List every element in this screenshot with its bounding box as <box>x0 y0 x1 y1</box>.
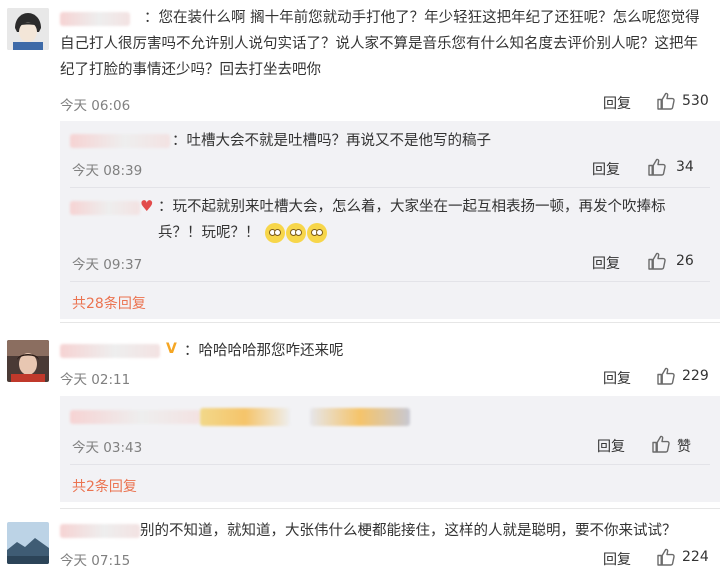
rolling-eyes-emoji <box>265 223 286 243</box>
avatar[interactable] <box>7 340 49 382</box>
reply-list: 今天 03:43 回复 赞 共2条回复 <box>60 396 720 502</box>
like-count[interactable]: 530 <box>682 93 709 109</box>
rolling-eyes-emoji <box>286 223 307 243</box>
divider <box>60 508 720 509</box>
thumbs-up-icon[interactable] <box>651 434 671 454</box>
reply-time: 今天 09:37 <box>72 257 143 273</box>
username-blurred[interactable] <box>70 134 170 148</box>
reply-button[interactable]: 回复 <box>592 253 620 273</box>
reply-text-blurred <box>70 410 200 424</box>
divider <box>70 281 710 282</box>
avatar[interactable] <box>7 522 49 564</box>
reply-button[interactable]: 回复 <box>597 436 625 456</box>
reply-list: ：吐槽大会不就是吐槽吗？再说又不是他写的稿子 今天 08:39 回复 34 ♥ … <box>60 121 720 319</box>
comment-text: ：您在装什么啊 搁十年前您就动手打他了？年少轻狂这把年纪了还狂呢？怎么呢您觉得自… <box>60 10 700 78</box>
comment-text: ：哈哈哈哈那您咋还来呢 <box>184 343 344 359</box>
reply-button[interactable]: 回复 <box>603 368 631 388</box>
reply-button[interactable]: 回复 <box>592 159 620 179</box>
more-replies-link[interactable]: 共28条回复 <box>72 293 146 313</box>
reply-text: ：玩不起就别来吐槽大会，怎么着，大家坐在一起互相表扬一顿，再发个吹捧标兵？！玩呢… <box>158 194 698 246</box>
comment-time: 今天 06:06 <box>60 98 131 114</box>
reply-button[interactable]: 回复 <box>603 549 631 569</box>
reply-text-blurred <box>200 408 290 426</box>
reply-text-content: ：玩不起就别来吐槽大会，怎么着，大家坐在一起互相表扬一顿，再发个吹捧标兵？！玩呢… <box>158 199 666 241</box>
comment-time: 今天 02:11 <box>60 372 131 388</box>
thumbs-up-icon[interactable] <box>656 91 676 111</box>
divider <box>60 322 720 323</box>
thumbs-up-icon[interactable] <box>647 251 667 271</box>
avatar[interactable] <box>7 8 49 50</box>
reply-button[interactable]: 回复 <box>603 93 631 113</box>
verified-v-icon: V <box>166 341 177 357</box>
heart-badge-icon: ♥ <box>140 197 154 215</box>
reply-time: 今天 03:43 <box>72 440 143 456</box>
reply-time: 今天 08:39 <box>72 163 143 179</box>
username-blurred[interactable] <box>60 524 140 538</box>
like-count[interactable]: 229 <box>682 368 709 384</box>
comment-time: 今天 07:15 <box>60 553 131 569</box>
thumbs-up-icon[interactable] <box>656 366 676 386</box>
divider <box>70 464 710 465</box>
like-count[interactable]: 赞 <box>677 436 691 456</box>
like-count[interactable]: 224 <box>682 549 709 565</box>
username-blurred[interactable] <box>70 201 140 215</box>
thumbs-up-icon[interactable] <box>647 157 667 177</box>
comment-text: 别的不知道，就知道，大张伟什么梗都能接住，这样的人就是聪明，要不你来试试？ <box>140 523 677 539</box>
reply-text: ：吐槽大会不就是吐槽吗？再说又不是他写的稿子 <box>172 133 491 149</box>
like-count[interactable]: 26 <box>676 253 694 269</box>
more-replies-link[interactable]: 共2条回复 <box>72 476 137 496</box>
reply-text-blurred <box>310 408 410 426</box>
thumbs-up-icon[interactable] <box>656 547 676 567</box>
divider <box>70 187 710 188</box>
rolling-eyes-emoji <box>307 223 328 243</box>
username-blurred[interactable] <box>60 344 160 358</box>
like-count[interactable]: 34 <box>676 159 694 175</box>
